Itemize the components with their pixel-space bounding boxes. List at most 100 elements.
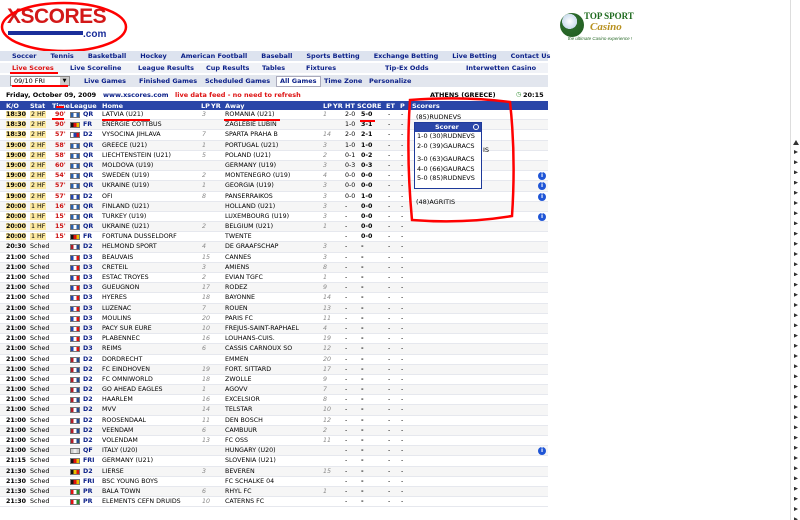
table-row[interactable]: 21:00 Sched D3 PACY SUR EURE 10 FREJUS-SAINT-… xyxy=(0,323,548,335)
table-row[interactable]: 21:00 Sched D3 BEAUVAIS 15 CANNES 3 - - - - xyxy=(0,253,548,263)
cell-hm[interactable]: OFI xyxy=(102,193,112,200)
cell-aw[interactable]: HUNGARY (U20) xyxy=(225,447,276,454)
cell-hm[interactable]: DORDRECHT xyxy=(102,356,142,363)
table-row[interactable]: 21:00 Sched D3 ESTAC TROYES 2 EVIAN TGFC 1 - - - - xyxy=(0,273,548,284)
cell-aw[interactable]: CANNES xyxy=(225,254,251,261)
scrollbar[interactable] xyxy=(790,0,800,520)
cell-aw[interactable]: HOLLAND (U21) xyxy=(225,203,275,210)
table-row[interactable]: 21:00 Sched D3 HYERES 18 BAYONNE 14 - - - - xyxy=(0,293,548,304)
table-row[interactable]: 21:00 Sched D2 DORDRECHT EMMEN 20 - - - - xyxy=(0,355,548,365)
cell-aw[interactable]: PANSERRAIKOS xyxy=(225,193,273,200)
cell-aw[interactable]: TWENTE xyxy=(225,233,252,240)
cell-aw[interactable]: TELSTAR xyxy=(225,406,252,413)
table-row[interactable]: 21:00 Sched D2 ROOSENDAAL 11 DEN BOSCH 12 - - - - xyxy=(0,416,548,426)
table-row[interactable]: 21:00 Sched D2 HAARLEM 16 EXCELSIOR 8 - - - - xyxy=(0,395,548,406)
cell-hm[interactable]: HYERES xyxy=(102,294,127,301)
cell-hm[interactable]: HAARLEM xyxy=(102,396,133,403)
scroll-up-icon[interactable] xyxy=(793,140,799,145)
table-row[interactable]: 21:00 Sched D3 MOULINS 20 PARIS FC 11 - - - - xyxy=(0,314,548,324)
cell-hm[interactable]: ELEMENTS CEFN DRUIDS xyxy=(102,498,181,505)
table-row[interactable]: 21:00 Sched D2 FC OMNIWORLD 18 ZWOLLE 9 - - - - xyxy=(0,375,548,386)
cell-hm[interactable]: TURKEY (U19) xyxy=(102,213,146,220)
cell-aw[interactable]: BELGIUM (U21) xyxy=(225,223,273,230)
cell-hm[interactable]: BSC YOUNG BOYS xyxy=(102,478,158,485)
cell-hm[interactable]: CRETEIL xyxy=(102,264,128,271)
cell-aw[interactable]: CAMBUUR xyxy=(225,427,257,434)
cell-hm[interactable]: VYSOCINA JIHLAVA xyxy=(102,131,161,138)
info-icon[interactable]: i xyxy=(538,447,546,456)
cell-aw[interactable]: DE GRAAFSCHAP xyxy=(225,243,278,250)
cell-aw[interactable]: FC OSS xyxy=(225,437,248,444)
cell-aw[interactable]: GERMANY (U19) xyxy=(225,162,276,169)
cell-aw[interactable]: EXCELSIOR xyxy=(225,396,260,403)
cell-aw[interactable]: MONTENEGRO (U19) xyxy=(225,172,290,179)
cell-hm[interactable]: GUEUGNON xyxy=(102,284,139,291)
cell-aw[interactable]: CATERNS FC xyxy=(225,498,264,505)
cell-hm[interactable]: GERMANY (U21) xyxy=(102,457,153,464)
table-row[interactable]: 21:00 Sched D2 VOLENDAM 13 FC OSS 11 - - - - xyxy=(0,436,548,447)
cell-hm[interactable]: VOLENDAM xyxy=(102,437,138,444)
table-row[interactable]: 21:00 Sched D3 LUZENAC 7 ROUEN 13 - - - - xyxy=(0,303,548,314)
table-row[interactable]: 21:00 Sched D2 MVV 14 TELSTAR 10 - - - - xyxy=(0,405,548,416)
cell-aw[interactable]: SLOVENIA (U21) xyxy=(225,457,276,464)
table-row[interactable]: 21:00 Sched QF ITALY (U20) HUNGARY (U20) - - - -… xyxy=(0,446,548,457)
cell-hm[interactable]: MOULINS xyxy=(102,315,131,322)
table-row[interactable]: 20:00 1 HF 15' FR FORTUNA DUSSELDORF TWENTE - 0… xyxy=(0,232,548,243)
cell-aw[interactable]: AMIENS xyxy=(225,264,249,271)
cell-aw[interactable]: BEVEREN xyxy=(225,468,255,475)
cell-hm[interactable]: UKRAINE (U21) xyxy=(102,223,149,230)
cell-hm[interactable]: PLABENNEC xyxy=(102,335,140,342)
table-row[interactable]: 21:00 Sched D3 REIMS 6 CASSIS CARNOUX SO 12 - - -… xyxy=(0,344,548,355)
cell-aw[interactable]: ROUEN xyxy=(225,305,248,312)
cell-aw[interactable]: POLAND (U21) xyxy=(225,152,271,159)
info-icon[interactable]: i xyxy=(538,182,546,191)
cell-aw[interactable]: DEN BOSCH xyxy=(225,417,263,424)
table-row[interactable]: 21:00 Sched D2 GO AHEAD EAGLES 1 AGOVV 7 - - - - xyxy=(0,385,548,396)
cell-hm[interactable]: BALA TOWN xyxy=(102,488,140,495)
cell-aw[interactable]: FC SCHALKE 04 xyxy=(225,478,274,485)
table-row[interactable]: 21:00 Sched D2 VEENDAM 6 CAMBUUR 2 - - - - xyxy=(0,425,548,436)
casino-ad-banner[interactable]: TOP SPORT Casino the ultimate Casino exp… xyxy=(552,10,648,44)
cell-hm[interactable]: LIECHTENSTEIN (U21) xyxy=(102,152,171,159)
cell-hm[interactable]: LUZENAC xyxy=(102,305,131,312)
cell-hm[interactable]: FINLAND (U21) xyxy=(102,203,149,210)
cell-aw[interactable]: EVIAN TGFC xyxy=(225,274,263,281)
cell-hm[interactable]: BEAUVAIS xyxy=(102,254,133,261)
table-row[interactable]: 21:30 Sched PR ELEMENTS CEFN DRUIDS 10 CATERN… xyxy=(0,497,548,508)
cell-hm[interactable]: MOLDOVA (U19) xyxy=(102,162,153,169)
cell-aw[interactable]: SPARTA PRAHA B xyxy=(225,131,278,138)
cell-hm[interactable]: FC EINDHOVEN xyxy=(102,366,150,373)
info-icon[interactable]: i xyxy=(538,192,546,201)
cell-aw[interactable]: LOUHANS-CUIS. xyxy=(225,335,275,342)
table-row[interactable]: 21:00 Sched D2 FC EINDHOVEN 19 FORT. SITTARD 1… xyxy=(0,364,548,375)
cell-aw[interactable]: CASSIS CARNOUX SO xyxy=(225,345,292,352)
table-row[interactable]: 21:00 Sched D3 CRETEIL 3 AMIENS 8 - - - - xyxy=(0,262,548,273)
cell-hm[interactable]: HELMOND SPORT xyxy=(102,243,157,250)
cell-aw[interactable]: EMMEN xyxy=(225,356,249,363)
cell-hm[interactable]: FC OMNIWORLD xyxy=(102,376,153,383)
cell-aw[interactable]: ZWOLLE xyxy=(225,376,252,383)
cell-aw[interactable]: PARIS FC xyxy=(225,315,253,322)
info-icon[interactable]: i xyxy=(538,212,546,221)
table-row[interactable]: 21:30 Sched FRI BSC YOUNG BOYS FC SCHALKE 04… xyxy=(0,477,548,487)
cell-hm[interactable]: VEENDAM xyxy=(102,427,133,434)
cell-aw[interactable]: PORTUGAL (U21) xyxy=(225,142,278,149)
cell-hm[interactable]: ROOSENDAAL xyxy=(102,417,146,424)
table-row[interactable]: 21:30 Sched D2 LIERSE 3 BEVEREN 15 - - - - xyxy=(0,466,548,477)
cell-hm[interactable]: GO AHEAD EAGLES xyxy=(102,386,163,393)
cell-hm[interactable]: GREECE (U21) xyxy=(102,142,147,149)
cell-aw[interactable]: FORT. SITTARD xyxy=(225,366,271,373)
cell-aw[interactable]: BAYONNE xyxy=(225,294,255,301)
cell-hm[interactable]: LIERSE xyxy=(102,468,124,475)
cell-aw[interactable]: AGOVV xyxy=(225,386,248,393)
cell-hm[interactable]: REIMS xyxy=(102,345,122,352)
info-icon[interactable]: i xyxy=(538,172,546,181)
table-row[interactable]: 20:30 Sched D2 HELMOND SPORT 4 DE GRAAFSCHAP 3… xyxy=(0,242,548,253)
cell-aw[interactable]: RODEZ xyxy=(225,284,247,291)
cell-hm[interactable]: ITALY (U20) xyxy=(102,447,138,454)
cell-hm[interactable]: PACY SUR EURE xyxy=(102,325,152,332)
cell-aw[interactable]: RHYL FC xyxy=(225,488,252,495)
table-row[interactable]: 21:15 Sched FRI GERMANY (U21) SLOVENIA (U21)… xyxy=(0,456,548,467)
table-row[interactable]: 21:30 Sched PR BALA TOWN 6 RHYL FC 1 - - - - xyxy=(0,486,548,498)
cell-aw[interactable]: GEORGIA (U19) xyxy=(225,182,274,189)
